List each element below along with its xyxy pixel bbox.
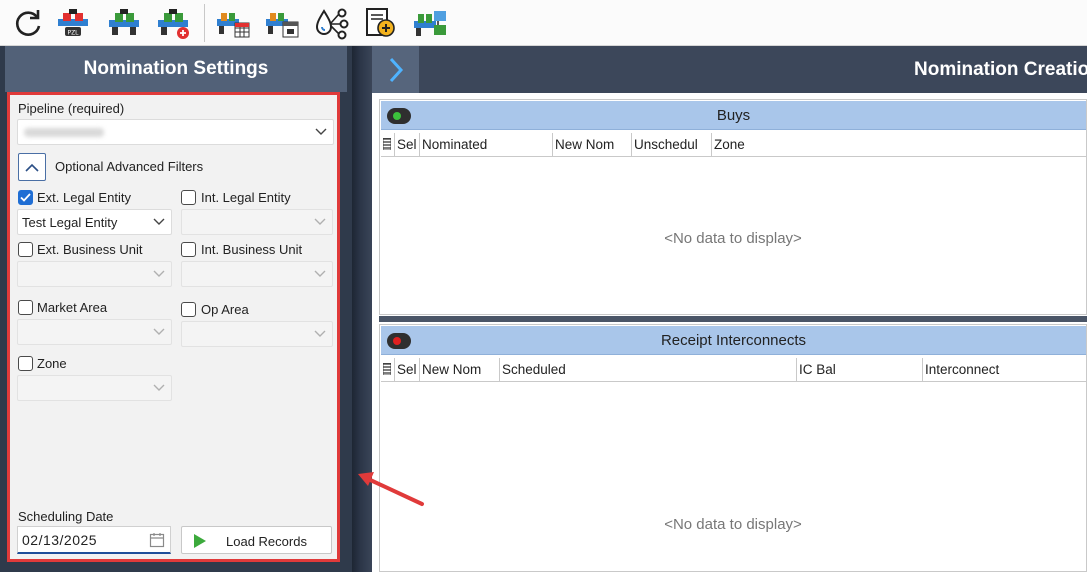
panel-title: Nomination Settings	[5, 46, 347, 92]
advanced-filters-label: Optional Advanced Filters	[55, 159, 204, 174]
right-header: Nomination Creatio	[372, 46, 1087, 93]
pipeline-dropdown[interactable]	[17, 119, 334, 145]
receipt-title-bar: Receipt Interconnects	[381, 326, 1086, 355]
ext-legal-entity-dropdown[interactable]: Test Legal Entity	[17, 209, 172, 235]
col-zone[interactable]: Zone	[712, 133, 1087, 156]
buys-empty-message: <No data to display>	[664, 230, 802, 247]
col-scheduled[interactable]: Scheduled	[500, 358, 797, 381]
chevron-down-icon	[153, 270, 165, 277]
toggle-off-indicator	[393, 337, 401, 345]
zone-dropdown[interactable]	[17, 375, 172, 401]
int-legal-entity-dropdown[interactable]	[181, 209, 333, 235]
receipt-toggle[interactable]	[387, 333, 411, 349]
int-legal-entity-checkbox[interactable]	[181, 190, 196, 205]
col-unscheduled[interactable]: Unschedul	[632, 133, 712, 156]
scheduling-date-input[interactable]: 02/13/2025	[17, 526, 171, 554]
col-interconnect[interactable]: Interconnect	[923, 358, 1087, 381]
chevron-down-icon	[315, 128, 327, 135]
collapse-filters-button[interactable]	[18, 153, 46, 181]
col-sel[interactable]: Sel	[395, 133, 420, 156]
col-nominated[interactable]: Nominated	[420, 133, 553, 156]
pipeline-pzl-icon[interactable]: PZL	[55, 5, 91, 41]
int-business-unit-checkbox[interactable]	[181, 242, 196, 257]
chevron-right-icon	[389, 57, 403, 82]
market-area-dropdown[interactable]	[17, 319, 172, 345]
op-area-label: Op Area	[201, 302, 249, 317]
chevron-up-icon	[25, 163, 39, 172]
buys-toggle[interactable]	[387, 108, 411, 124]
ext-business-unit-dropdown[interactable]	[17, 261, 172, 287]
pipeline-calendar-icon[interactable]	[264, 5, 300, 41]
pipeline-label: Pipeline (required)	[18, 101, 125, 116]
pipeline-check-icon[interactable]	[106, 5, 142, 41]
ext-business-unit-checkbox[interactable]	[18, 242, 33, 257]
col-new-nom[interactable]: New Nom	[420, 358, 500, 381]
col-sel[interactable]: Sel	[395, 358, 420, 381]
chevron-down-icon	[153, 384, 165, 391]
toggle-on-indicator	[393, 112, 401, 120]
pipeline-value-redacted	[24, 128, 104, 137]
document-add-icon[interactable]	[362, 5, 398, 41]
chevron-down-icon	[314, 270, 326, 277]
checkmark-icon	[20, 193, 31, 202]
scheduling-date-label: Scheduling Date	[18, 509, 114, 524]
refresh-icon[interactable]	[10, 5, 46, 41]
receipt-title: Receipt Interconnects	[660, 331, 807, 349]
pipeline-grid-icon[interactable]	[215, 5, 251, 41]
pipeline-add-icon[interactable]	[155, 5, 191, 41]
chevron-down-icon	[153, 328, 165, 335]
drops-network-icon[interactable]	[313, 5, 349, 41]
int-business-unit-dropdown[interactable]	[181, 261, 333, 287]
nomination-creation-panel: Nomination Creatio Buys Sel Nominated Ne…	[372, 46, 1087, 572]
expand-panel-button[interactable]	[372, 46, 419, 93]
col-ic-bal[interactable]: IC Bal	[797, 358, 923, 381]
zone-label: Zone	[37, 356, 67, 371]
ext-business-unit-label: Ext. Business Unit	[37, 242, 143, 257]
receipt-empty-message: <No data to display>	[664, 516, 802, 533]
market-area-checkbox[interactable]	[18, 300, 33, 315]
receipt-interconnects-grid: Receipt Interconnects Sel New Nom Schedu…	[379, 324, 1087, 572]
op-area-dropdown[interactable]	[181, 321, 333, 347]
calendar-icon[interactable]	[149, 532, 165, 548]
chevron-down-icon	[314, 218, 326, 225]
svg-text:PZL: PZL	[67, 30, 79, 37]
ext-legal-entity-checkbox[interactable]	[18, 190, 33, 205]
right-panel-title: Nomination Creatio	[914, 59, 1087, 80]
scheduling-date-value: 02/13/2025	[22, 532, 98, 548]
load-records-button[interactable]: Load Records	[181, 526, 332, 554]
pipeline-transfer-icon[interactable]	[412, 5, 448, 41]
toolbar: PZL	[0, 0, 1087, 46]
op-area-checkbox[interactable]	[181, 302, 196, 317]
annotation-arrow-icon	[358, 472, 424, 506]
column-chooser-icon[interactable]	[381, 133, 395, 156]
ext-legal-entity-label: Ext. Legal Entity	[37, 190, 131, 205]
ext-legal-entity-value: Test Legal Entity	[22, 215, 118, 230]
col-new-nom[interactable]: New Nom	[553, 133, 632, 156]
chevron-down-icon	[314, 330, 326, 337]
grid-divider[interactable]	[379, 316, 1087, 322]
toolbar-separator	[204, 4, 205, 42]
buys-header-row: Sel Nominated New Nom Unschedul Zone	[381, 133, 1086, 157]
market-area-label: Market Area	[37, 300, 108, 315]
zone-checkbox[interactable]	[18, 356, 33, 371]
int-business-unit-label: Int. Business Unit	[201, 242, 303, 257]
column-chooser-icon[interactable]	[381, 358, 395, 381]
play-icon	[194, 534, 206, 548]
receipt-header-row: Sel New Nom Scheduled IC Bal Interconnec…	[381, 358, 1086, 382]
int-legal-entity-label: Int. Legal Entity	[201, 190, 291, 205]
chevron-down-icon	[153, 218, 165, 225]
load-records-label: Load Records	[226, 534, 307, 549]
buys-title: Buys	[716, 106, 751, 124]
buys-grid: Buys Sel Nominated New Nom Unschedul Zon…	[379, 99, 1087, 315]
buys-title-bar: Buys	[381, 101, 1086, 130]
